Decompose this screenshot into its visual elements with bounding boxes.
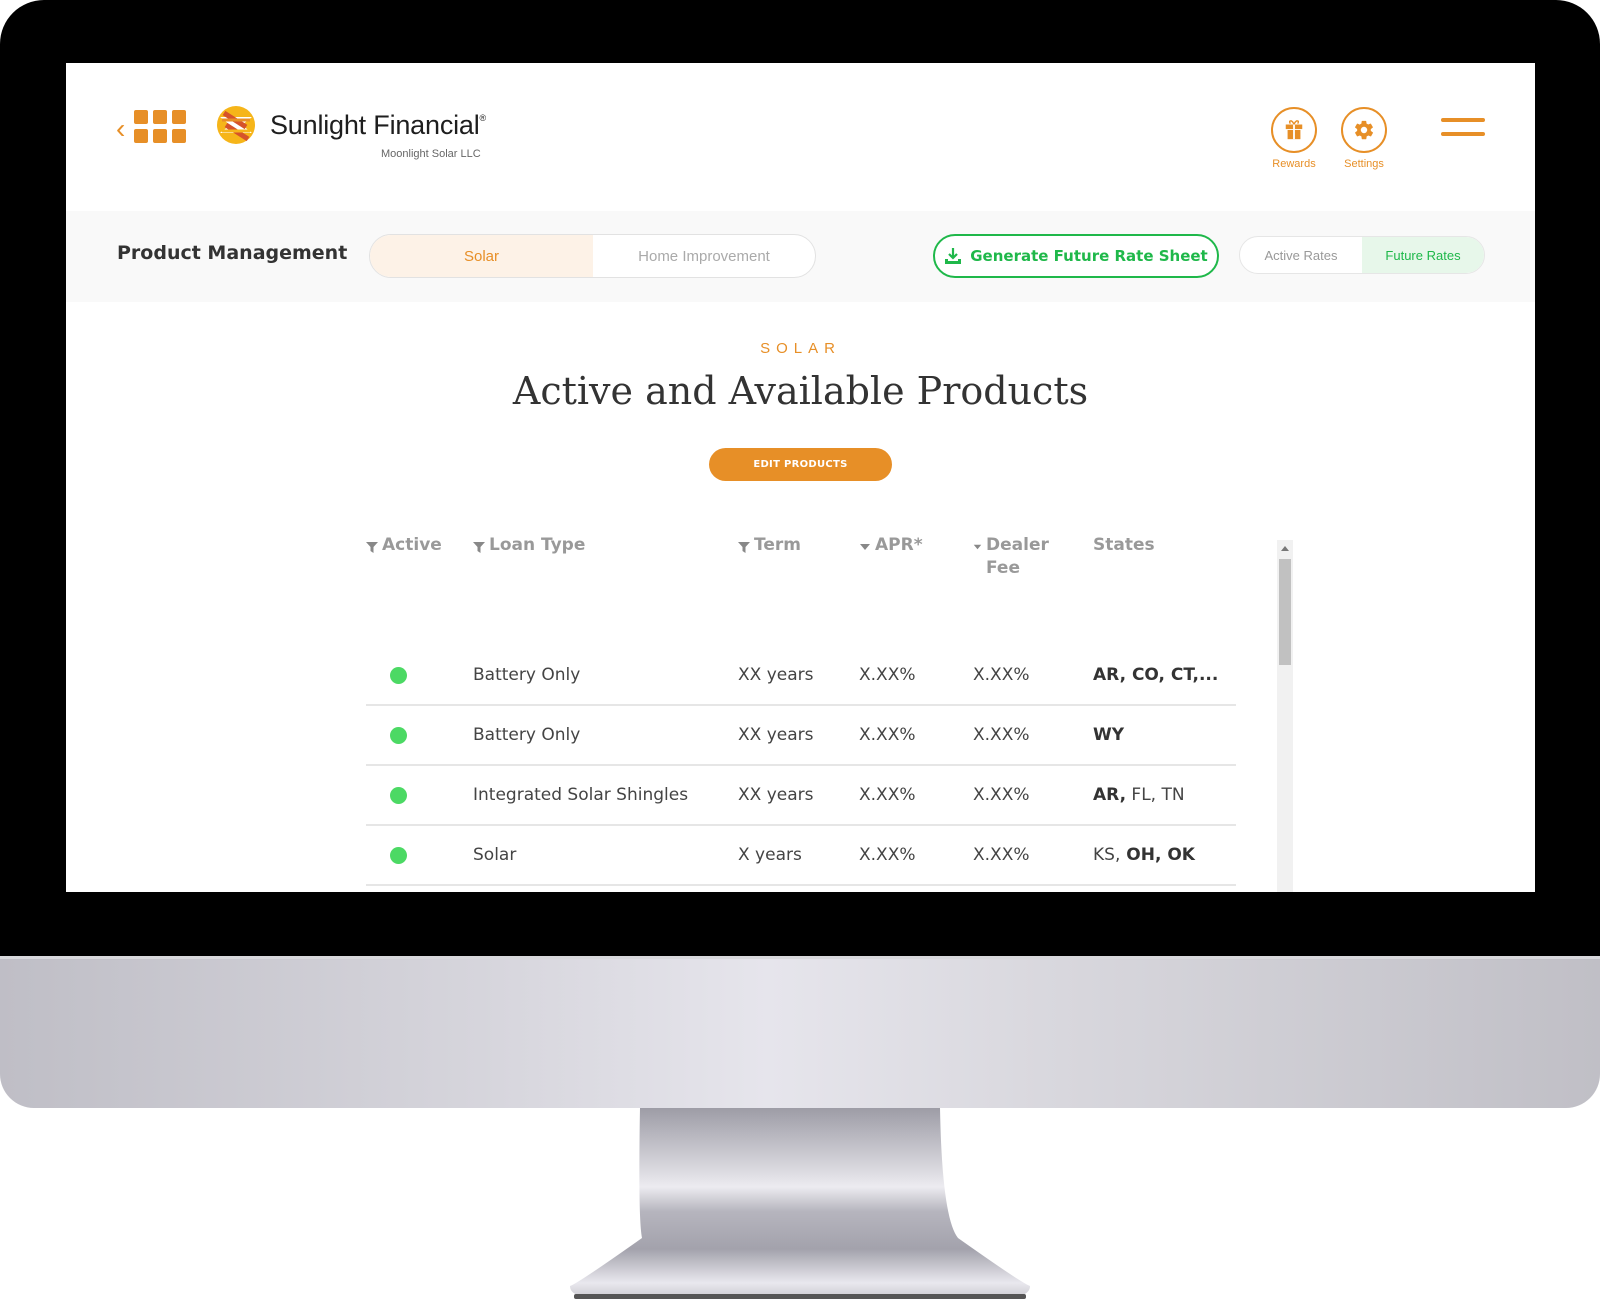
cell-states: KS, OH, OK bbox=[1093, 826, 1195, 884]
cell-apr: X.XX% bbox=[859, 725, 916, 745]
cell-dealer-fee: X.XX% bbox=[973, 665, 1030, 685]
cell-apr: X.XX% bbox=[859, 665, 916, 685]
state-list-segment: AR, bbox=[1093, 785, 1127, 805]
sunlight-logo-icon bbox=[217, 106, 255, 144]
settings-label: Settings bbox=[1344, 158, 1384, 170]
active-rates-tab[interactable]: Active Rates bbox=[1240, 237, 1362, 273]
column-header-states: States bbox=[1093, 535, 1155, 555]
brand-name: Sunlight Financial® bbox=[270, 110, 486, 140]
table-body: Battery Only XX years X.XX% X.XX% AR, CO, CT… bbox=[366, 646, 1236, 892]
back-chevron-icon[interactable]: ‹ bbox=[116, 115, 125, 143]
cell-states: AR, FL, TN bbox=[1093, 766, 1185, 824]
table-row[interactable]: Battery Only XX years X.XX% X.XX% WY bbox=[366, 706, 1236, 766]
scrollbar-thumb[interactable] bbox=[1279, 559, 1291, 665]
products-table: Active Loan Type Term APR* Dealer Fee St… bbox=[366, 528, 1236, 892]
table-row[interactable]: Solar XX years X.XX% X.XX% NC bbox=[366, 886, 1236, 892]
company-name: Moonlight Solar LLC bbox=[381, 148, 481, 160]
column-header-term[interactable]: Term bbox=[738, 534, 801, 557]
cell-active bbox=[390, 826, 407, 884]
table-header: Active Loan Type Term APR* Dealer Fee St… bbox=[366, 528, 1236, 646]
apps-grid-icon[interactable] bbox=[134, 110, 186, 144]
table-row[interactable]: Battery Only XX years X.XX% X.XX% AR, CO, CT… bbox=[366, 646, 1236, 706]
download-icon bbox=[945, 248, 962, 264]
cell-dealer-fee: X.XX% bbox=[973, 845, 1030, 865]
cell-dealer-fee: X.XX% bbox=[973, 725, 1030, 745]
sort-down-icon bbox=[973, 544, 982, 550]
active-status-dot bbox=[390, 786, 407, 804]
category-segmented-control: Solar Home Improvement bbox=[369, 234, 816, 278]
cell-active bbox=[390, 646, 407, 704]
column-header-active[interactable]: Active bbox=[366, 534, 442, 557]
cell-term: XX years bbox=[738, 785, 814, 805]
cell-apr: X.XX% bbox=[859, 785, 916, 805]
cell-loan-type: Battery Only bbox=[473, 665, 581, 685]
page-title: Product Management bbox=[117, 242, 348, 264]
future-rates-tab[interactable]: Future Rates bbox=[1362, 237, 1484, 273]
table-row[interactable]: Integrated Solar Shingles XX years X.XX% X.… bbox=[366, 766, 1236, 826]
sort-down-icon bbox=[860, 544, 870, 550]
cell-states: WY bbox=[1093, 706, 1124, 764]
gear-icon bbox=[1355, 120, 1373, 140]
cell-term: XX years bbox=[738, 725, 814, 745]
hamburger-menu-icon[interactable] bbox=[1441, 118, 1485, 138]
segment-solar[interactable]: Solar bbox=[370, 235, 593, 277]
cell-loan-type: Solar bbox=[473, 886, 516, 892]
cell-term: X years bbox=[738, 845, 802, 865]
edit-products-button[interactable]: EDIT PRODUCTS bbox=[709, 448, 892, 481]
cell-term: XX years bbox=[738, 665, 814, 685]
state-list-segment: AR, CO, CT,... bbox=[1093, 665, 1219, 685]
filter-icon bbox=[473, 542, 485, 553]
cell-dealer-fee: X.XX% bbox=[973, 785, 1030, 805]
cell-loan-type: Battery Only bbox=[473, 725, 581, 745]
monitor-mockup: ‹ Sunlight Financial® Moonlight Solar LL… bbox=[0, 0, 1600, 1304]
segment-home-improvement[interactable]: Home Improvement bbox=[593, 235, 815, 277]
cell-apr: X.XX% bbox=[859, 845, 916, 865]
table-scrollbar[interactable] bbox=[1277, 540, 1293, 892]
column-header-dealer-fee[interactable]: Dealer Fee bbox=[973, 534, 1063, 580]
gift-icon bbox=[1285, 120, 1303, 140]
app-screen: ‹ Sunlight Financial® Moonlight Solar LL… bbox=[66, 63, 1535, 892]
monitor-stand bbox=[568, 1108, 1032, 1300]
generate-button-label: Generate Future Rate Sheet bbox=[970, 247, 1208, 265]
cell-states: NC bbox=[1093, 886, 1120, 892]
cell-dealer-fee: X.XX% bbox=[973, 886, 1030, 892]
rewards-button[interactable] bbox=[1271, 107, 1317, 153]
state-list-segment: FL, TN bbox=[1126, 785, 1185, 805]
state-list-segment: OH, OK bbox=[1120, 845, 1195, 865]
column-header-loan-type[interactable]: Loan Type bbox=[473, 534, 585, 557]
cell-apr: X.XX% bbox=[859, 886, 916, 892]
cell-active bbox=[390, 886, 407, 892]
cell-loan-type: Integrated Solar Shingles bbox=[473, 785, 689, 805]
settings-button[interactable] bbox=[1341, 107, 1387, 153]
rates-toggle: Active Rates Future Rates bbox=[1239, 236, 1485, 274]
cell-states: AR, CO, CT,... bbox=[1093, 646, 1218, 704]
scroll-up-arrow-icon[interactable] bbox=[1281, 546, 1289, 551]
generate-future-rate-sheet-button[interactable]: Generate Future Rate Sheet bbox=[933, 234, 1219, 278]
state-list-segment: WY bbox=[1093, 725, 1125, 745]
filter-icon bbox=[738, 542, 750, 553]
section-headline: Active and Available Products bbox=[512, 369, 1089, 413]
product-management-bar: Product Management Solar Home Improvemen… bbox=[66, 211, 1535, 302]
filter-icon bbox=[366, 542, 378, 553]
active-status-dot bbox=[390, 846, 407, 864]
rewards-label: Rewards bbox=[1272, 158, 1316, 170]
top-navbar: ‹ Sunlight Financial® Moonlight Solar LL… bbox=[66, 63, 1535, 211]
monitor-chin bbox=[0, 956, 1600, 1108]
column-header-apr[interactable]: APR* bbox=[859, 534, 923, 557]
cell-loan-type: Solar bbox=[473, 845, 517, 865]
cell-active bbox=[390, 766, 407, 824]
active-status-dot bbox=[390, 726, 407, 744]
active-status-dot bbox=[390, 666, 407, 684]
cell-active bbox=[390, 706, 407, 764]
section-eyebrow: SOLAR bbox=[760, 340, 841, 357]
state-list-segment: KS, bbox=[1093, 845, 1121, 865]
cell-term: XX years bbox=[738, 886, 813, 892]
table-row[interactable]: Solar X years X.XX% X.XX% KS, OH, OK bbox=[366, 826, 1236, 886]
